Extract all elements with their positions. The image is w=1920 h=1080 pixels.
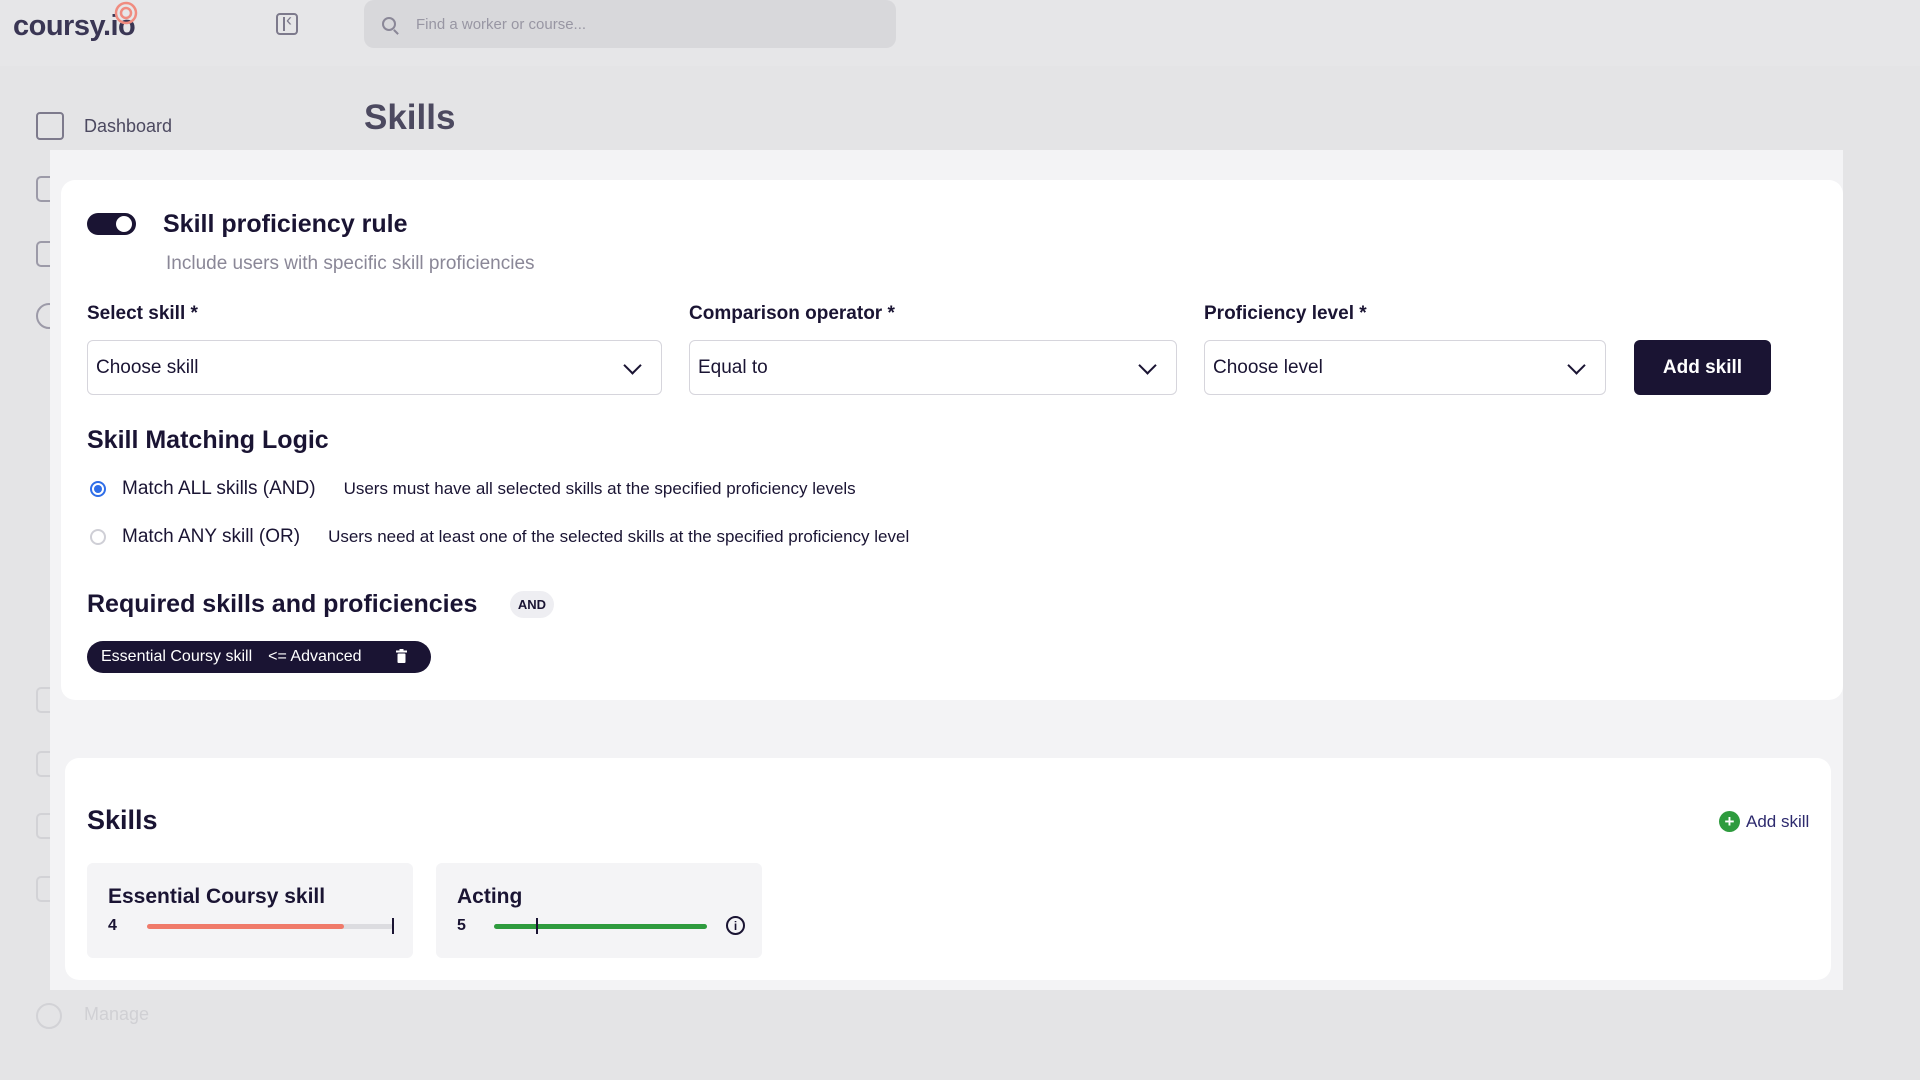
logic-badge: AND	[510, 591, 554, 618]
top-bar: coursy.io Find a worker or course...	[0, 0, 1920, 66]
proficiency-level-dropdown[interactable]: Choose level	[1204, 340, 1606, 395]
chevron-down-icon	[1138, 356, 1157, 375]
chevron-down-icon	[1567, 356, 1586, 375]
skill-progress-bar	[494, 918, 707, 934]
match-any-option[interactable]: Match ANY skill (OR) Users need at least…	[90, 526, 909, 548]
select-skill-dropdown[interactable]: Choose skill	[87, 340, 662, 395]
add-skill-link-label: Add skill	[1746, 811, 1810, 831]
rule-subtitle: Include users with specific skill profic…	[166, 253, 535, 274]
matching-logic-title: Skill Matching Logic	[87, 426, 329, 454]
match-all-label: Match ALL skills (AND)	[122, 478, 316, 499]
sidebar-item-dashboard[interactable]: Dashboard	[36, 112, 172, 140]
match-all-description: Users must have all selected skills at t…	[343, 479, 856, 498]
skill-target-marker	[535, 918, 538, 934]
skill-name: Essential Coursy skill	[108, 885, 326, 908]
comparison-operator-value: Equal to	[698, 356, 768, 378]
rule-toggle[interactable]	[87, 213, 136, 235]
toggle-knob	[116, 216, 132, 232]
skill-target-marker	[392, 918, 394, 934]
skill-level: 4	[108, 917, 117, 934]
sidebar-item-manage[interactable]: Manage	[84, 1004, 149, 1025]
skill-tile[interactable]: Acting 5 i	[436, 863, 762, 958]
proficiency-level-label: Proficiency level *	[1204, 303, 1367, 324]
chevron-down-icon	[623, 356, 642, 375]
match-any-description: Users need at least one of the selected …	[328, 527, 910, 546]
chip-skill-name: Essential Coursy skill	[101, 648, 253, 665]
skill-progress-fill	[147, 924, 344, 929]
page-title: Skills	[364, 98, 456, 137]
search-input[interactable]: Find a worker or course...	[416, 16, 586, 33]
match-all-option[interactable]: Match ALL skills (AND) Users must have a…	[90, 478, 856, 500]
skill-progress-bar	[147, 918, 394, 934]
skill-name: Acting	[457, 885, 523, 908]
comparison-operator-label: Comparison operator *	[689, 303, 895, 324]
search-bar[interactable]: Find a worker or course...	[364, 0, 896, 48]
add-skill-link[interactable]: + Add skill	[1719, 811, 1809, 832]
comparison-operator-dropdown[interactable]: Equal to	[689, 340, 1177, 395]
proficiency-level-value: Choose level	[1213, 356, 1323, 378]
select-skill-value: Choose skill	[96, 356, 199, 378]
add-skill-button[interactable]: Add skill	[1634, 340, 1771, 395]
select-skill-label: Select skill *	[87, 303, 198, 324]
gear-icon[interactable]	[36, 1003, 62, 1029]
sidebar-item-label: Dashboard	[84, 115, 173, 136]
info-icon[interactable]: i	[726, 916, 745, 935]
search-icon	[382, 17, 396, 31]
skill-progress-fill	[494, 924, 707, 929]
chip-operator: <= Advanced	[268, 648, 362, 665]
match-any-radio[interactable]	[90, 529, 106, 545]
skills-section-title: Skills	[87, 805, 158, 835]
skill-tile[interactable]: Essential Coursy skill 4	[87, 863, 413, 958]
skill-level: 5	[457, 917, 466, 934]
match-any-label: Match ANY skill (OR)	[122, 526, 301, 547]
required-skills-title: Required skills and proficiencies	[87, 590, 478, 618]
match-all-radio[interactable]	[90, 481, 106, 497]
logo-swirl-icon	[114, 1, 138, 25]
required-skill-chip: Essential Coursy skill <= Advanced	[87, 641, 431, 673]
rule-title: Skill proficiency rule	[163, 210, 408, 238]
dashboard-icon	[36, 112, 64, 140]
trash-icon[interactable]	[396, 649, 407, 663]
collapse-sidebar-icon[interactable]	[276, 10, 298, 35]
plus-icon: +	[1719, 811, 1740, 832]
